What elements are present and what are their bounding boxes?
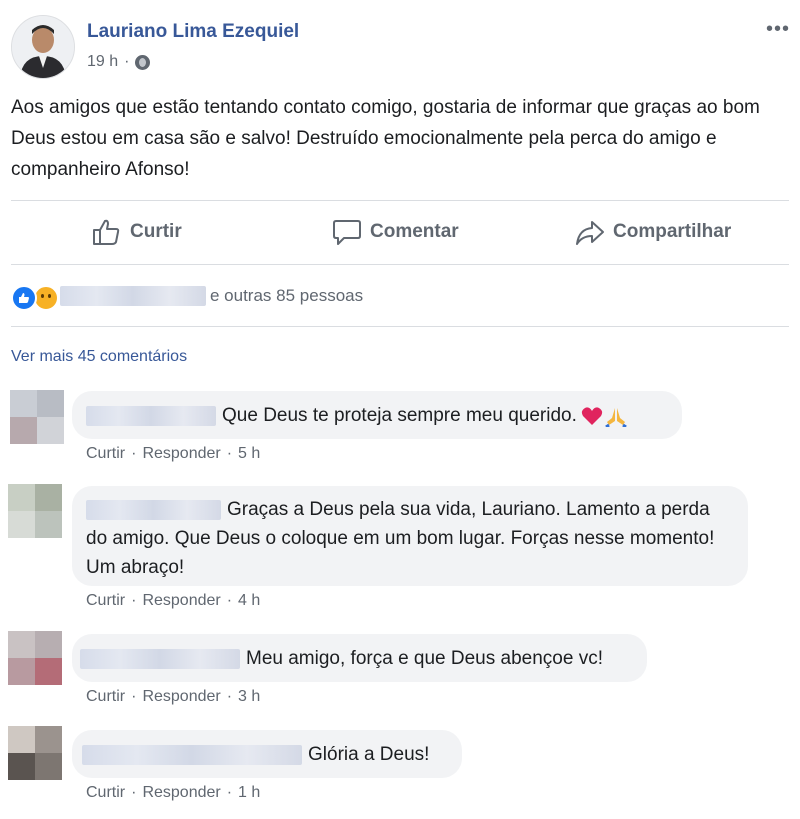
commenter-avatar[interactable] [10, 390, 64, 444]
author-photo [12, 16, 74, 78]
share-label: Compartilhar [613, 221, 732, 242]
comment-time[interactable]: 4 h [238, 592, 260, 610]
commenter-name-blurred[interactable] [80, 648, 240, 669]
share-button[interactable]: Compartilhar [575, 214, 731, 250]
comment-label: Comentar [370, 221, 459, 242]
comment-like-link[interactable]: Curtir [86, 445, 125, 463]
comment-reply-link[interactable]: Responder [142, 592, 220, 610]
comment-button[interactable]: Comentar [332, 214, 459, 250]
commenter-name-blurred[interactable] [82, 744, 302, 765]
comment-bubble: Graças a Deus pela sua vida, Lauriano. L… [72, 486, 748, 586]
comment-bubble: Que Deus te proteja sempre meu querido. [72, 391, 682, 439]
author-name[interactable]: Lauriano Lima Ezequiel [87, 21, 299, 43]
divider [11, 200, 789, 201]
like-reaction-icon[interactable] [11, 285, 37, 311]
share-icon [576, 221, 604, 245]
reaction-names-blurred[interactable] [60, 286, 206, 306]
commenter-avatar[interactable] [8, 726, 62, 780]
post-text: Aos amigos que estão tentando contato co… [11, 97, 760, 180]
comment-bubble: Meu amigo, força e que Deus abençoe vc! [72, 634, 647, 682]
comment-actions: Curtir · Responder · 3 h [86, 688, 261, 706]
comment-text: Glória a Deus! [308, 744, 430, 765]
comment-bubble: Glória a Deus! [72, 730, 462, 778]
thumbs-up-icon [19, 293, 29, 303]
commenter-avatar[interactable] [8, 631, 62, 685]
more-comments-link[interactable]: Ver mais 45 comentários [11, 348, 187, 366]
praying-hands-emoji-icon [605, 407, 627, 427]
comment-time[interactable]: 1 h [238, 784, 260, 802]
post-meta: 19 h · [87, 53, 151, 71]
comment-like-link[interactable]: Curtir [86, 784, 125, 802]
comment-actions: Curtir · Responder · 5 h [86, 445, 261, 463]
more-options-icon[interactable]: ••• [766, 18, 790, 41]
comment-time[interactable]: 3 h [238, 688, 260, 706]
author-avatar[interactable] [11, 15, 75, 79]
comment-reply-link[interactable]: Responder [142, 688, 220, 706]
commenter-avatar[interactable] [8, 484, 62, 538]
like-label: Curtir [130, 221, 182, 242]
comment-like-link[interactable]: Curtir [86, 592, 125, 610]
comment-actions: Curtir · Responder · 4 h [86, 592, 261, 610]
comment-icon [333, 220, 361, 245]
reaction-others-count[interactable]: e outras 85 pessoas [210, 286, 363, 306]
heart-emoji-icon [581, 407, 602, 425]
post-time[interactable]: 19 h [87, 53, 118, 71]
comment-reply-link[interactable]: Responder [142, 445, 220, 463]
thumbs-up-icon [93, 219, 120, 245]
comment-reply-link[interactable]: Responder [142, 784, 220, 802]
like-button[interactable]: Curtir [92, 214, 182, 250]
comment-actions: Curtir · Responder · 1 h [86, 784, 261, 802]
comment-text: Que Deus te proteja sempre meu querido. [222, 405, 577, 426]
comment-text: Meu amigo, força e que Deus abençoe vc! [246, 648, 603, 669]
separator-dot: · [124, 53, 130, 70]
commenter-name-blurred[interactable] [86, 499, 221, 520]
divider [11, 326, 789, 327]
comment-time[interactable]: 5 h [238, 445, 260, 463]
comment-like-link[interactable]: Curtir [86, 688, 125, 706]
globe-icon [135, 54, 151, 70]
divider [11, 264, 789, 265]
commenter-name-blurred[interactable] [86, 405, 216, 426]
